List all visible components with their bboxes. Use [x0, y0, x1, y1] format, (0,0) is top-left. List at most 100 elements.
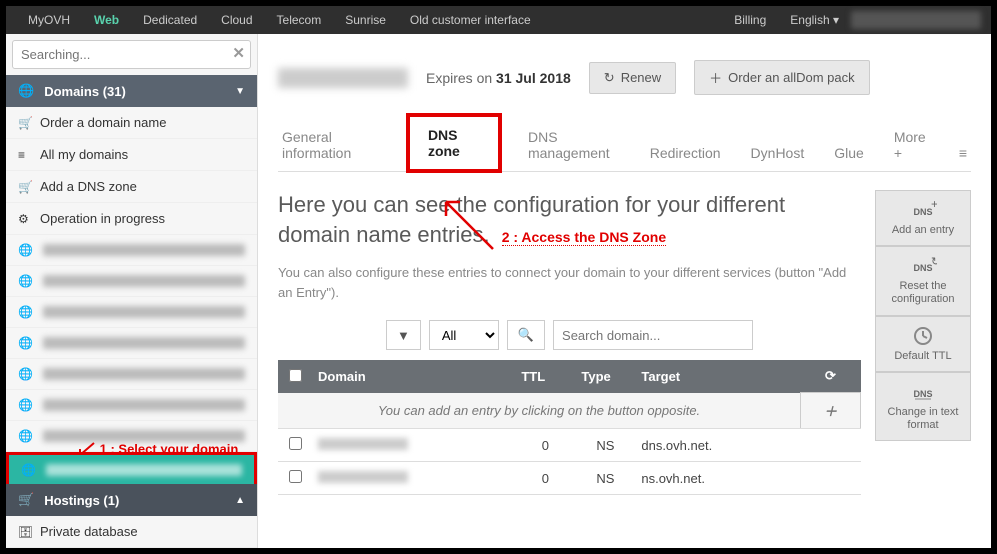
cart-icon: 🛒: [18, 180, 33, 194]
col-ttl: TTL: [515, 360, 575, 393]
sidebar-item-private-db[interactable]: 🗄Private database: [6, 516, 257, 548]
nav-language[interactable]: English ▾: [778, 13, 851, 27]
search-input[interactable]: [12, 40, 251, 69]
nav-telecom[interactable]: Telecom: [265, 13, 334, 27]
cell-type: NS: [575, 462, 635, 495]
action-add-entry[interactable]: DNS+ Add an entry: [875, 190, 971, 246]
sidebar: ✕ 🌐 Domains (31) ▼ 🛒Order a domain name …: [6, 34, 258, 548]
nav-cloud[interactable]: Cloud: [209, 13, 264, 27]
search-icon: 🔍: [518, 327, 534, 343]
table-empty-row: You can add an entry by clicking on the …: [278, 393, 861, 429]
list-item[interactable]: 🌐: [6, 359, 257, 390]
sidebar-item-add-dns[interactable]: 🛒Add a DNS zone: [6, 171, 257, 203]
domains-title: Domains (31): [44, 84, 126, 99]
page-hint: You can also configure these entries to …: [278, 263, 861, 302]
tab-general-info[interactable]: General information: [278, 119, 384, 171]
tab-bar: General information DNS zone DNS managem…: [278, 113, 971, 172]
tab-dns-management[interactable]: DNS management: [524, 119, 624, 171]
globe-icon: 🌐: [18, 336, 33, 350]
search-button[interactable]: 🔍: [507, 320, 545, 350]
nav-dedicated[interactable]: Dedicated: [131, 13, 209, 27]
filter-button[interactable]: ▼: [386, 320, 421, 350]
nav-web[interactable]: Web: [82, 13, 131, 27]
globe-icon: 🌐: [18, 305, 33, 319]
domain-search-input[interactable]: [553, 320, 753, 350]
col-target: Target: [635, 360, 800, 393]
nav-billing[interactable]: Billing: [722, 13, 778, 27]
list-item-selected[interactable]: 🌐: [6, 452, 257, 484]
row-checkbox[interactable]: [289, 470, 302, 483]
list-item[interactable]: 🌐: [6, 235, 257, 266]
cart-icon: 🛒: [18, 116, 33, 130]
nav-brand[interactable]: MyOVH: [16, 13, 82, 27]
refresh-icon: ↻: [604, 70, 615, 86]
sidebar-item-operations[interactable]: ⚙Operation in progress: [6, 203, 257, 235]
list-item[interactable]: 🌐: [6, 390, 257, 421]
main-content: Expires on 31 Jul 2018 ↻Renew ＋Order an …: [258, 34, 991, 548]
col-domain: Domain: [312, 360, 515, 393]
chevron-up-icon: ▲: [235, 495, 245, 506]
globe-icon: 🌐: [21, 463, 36, 477]
col-type: Type: [575, 360, 635, 393]
tab-menu-icon[interactable]: ≡: [955, 135, 971, 171]
renew-button[interactable]: ↻Renew: [589, 62, 676, 94]
add-entry-button[interactable]: ＋: [801, 393, 861, 429]
list-item[interactable]: 🌐: [6, 421, 257, 452]
sidebar-item-all-domains[interactable]: ≡All my domains: [6, 139, 257, 171]
database-icon: 🗄: [18, 525, 33, 539]
expiry-text: Expires on 31 Jul 2018: [426, 70, 571, 86]
globe-icon: 🌐: [18, 367, 33, 381]
tab-dns-zone[interactable]: DNS zone: [406, 113, 502, 173]
list-icon: ≡: [18, 148, 25, 162]
select-all-checkbox[interactable]: [289, 369, 302, 382]
cell-target: ns.ovh.net.: [635, 462, 800, 495]
top-nav: MyOVH Web Dedicated Cloud Telecom Sunris…: [6, 6, 991, 34]
sidebar-search: ✕: [6, 34, 257, 75]
plus-icon: ＋: [709, 68, 722, 87]
filter-icon: ▼: [397, 328, 410, 343]
cell-ttl: 0: [515, 462, 575, 495]
nav-user-menu[interactable]: [851, 11, 981, 29]
globe-icon: 🌐: [18, 274, 33, 288]
action-default-ttl[interactable]: Default TTL: [875, 316, 971, 372]
action-panel: DNS+ Add an entry DNS↻ Reset the configu…: [875, 190, 971, 495]
svg-text:DNS: DNS: [913, 389, 932, 399]
svg-text:+: +: [931, 199, 937, 211]
cell-ttl: 0: [515, 429, 575, 462]
list-item[interactable]: 🌐: [6, 266, 257, 297]
action-text-format[interactable]: DNS Change in text format: [875, 372, 971, 441]
tab-glue[interactable]: Glue: [830, 135, 868, 171]
sidebar-section-hostings[interactable]: 🛒 Hostings (1) ▲: [6, 484, 257, 516]
svg-text:↻: ↻: [931, 256, 937, 268]
domain-header: Expires on 31 Jul 2018 ↻Renew ＋Order an …: [278, 60, 971, 95]
list-item[interactable]: 🌐: [6, 297, 257, 328]
search-clear-icon[interactable]: ✕: [232, 44, 245, 62]
svg-text:DNS: DNS: [913, 263, 932, 273]
hostings-title: Hostings (1): [44, 493, 119, 508]
tab-redirection[interactable]: Redirection: [646, 135, 725, 171]
list-item[interactable]: 🌐: [6, 328, 257, 359]
filter-toolbar: ▼ All 🔍: [278, 320, 861, 350]
order-alldom-button[interactable]: ＋Order an allDom pack: [694, 60, 869, 95]
sidebar-section-domains[interactable]: 🌐 Domains (31) ▼: [6, 75, 257, 107]
tab-dynhost[interactable]: DynHost: [747, 135, 809, 171]
svg-text:DNS: DNS: [913, 207, 932, 217]
cell-domain: [312, 462, 515, 495]
table-row: 0 NS dns.ovh.net.: [278, 429, 861, 462]
cell-target: dns.ovh.net.: [635, 429, 800, 462]
cell-type: NS: [575, 429, 635, 462]
col-refresh[interactable]: ⟳: [801, 360, 861, 393]
dns-table: Domain TTL Type Target ⟳ You can add an …: [278, 360, 861, 495]
row-checkbox[interactable]: [289, 437, 302, 450]
tab-more[interactable]: More +: [890, 119, 933, 171]
action-reset-config[interactable]: DNS↻ Reset the configuration: [875, 246, 971, 315]
filter-select[interactable]: All: [429, 320, 499, 350]
table-row: 0 NS ns.ovh.net.: [278, 462, 861, 495]
nav-sunrise[interactable]: Sunrise: [333, 13, 398, 27]
page-description: Here you can see the configuration for y…: [278, 190, 861, 249]
globe-icon: 🌐: [18, 83, 34, 99]
gears-icon: ⚙: [18, 212, 29, 226]
globe-icon: 🌐: [18, 429, 33, 443]
nav-old-interface[interactable]: Old customer interface: [398, 13, 543, 27]
sidebar-item-order-domain[interactable]: 🛒Order a domain name: [6, 107, 257, 139]
